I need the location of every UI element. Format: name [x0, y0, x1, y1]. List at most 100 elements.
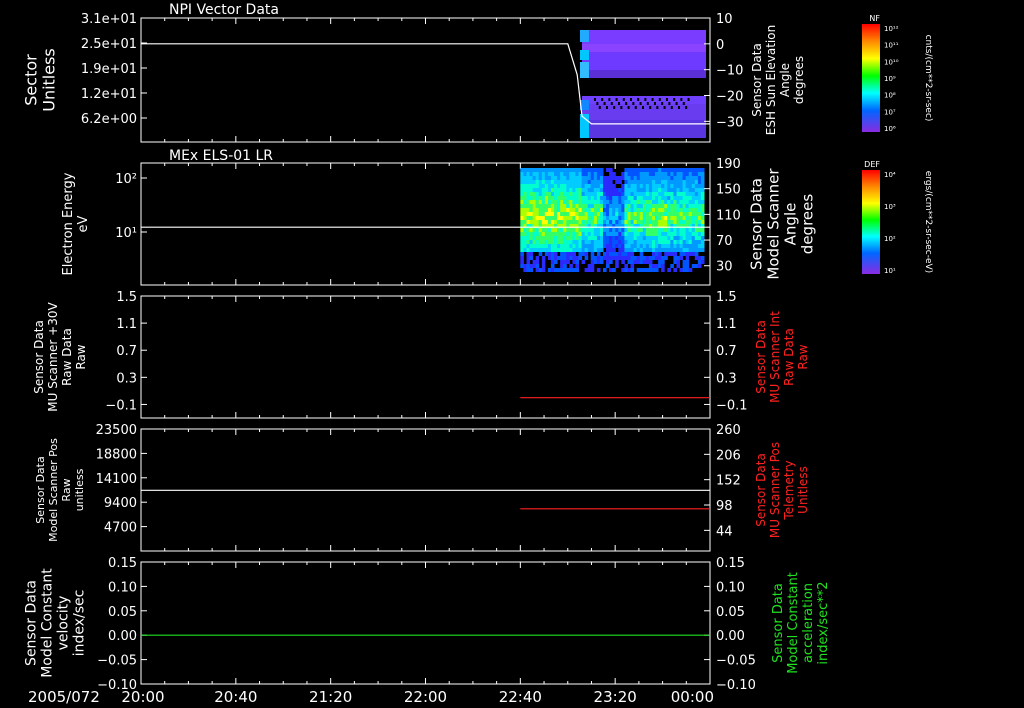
- panel-2-spectrogram-cell: [661, 212, 665, 216]
- panel-2-spectrogram-cell: [538, 228, 543, 232]
- panel-2-spectrogram-cell: [645, 192, 650, 196]
- panel-2-spectrogram-cell: [560, 244, 564, 248]
- panel-2-spectrogram-cell: [679, 184, 684, 188]
- panel-2-axis-label-line: Angle: [782, 203, 800, 246]
- panel-2-spectrogram-cell: [685, 228, 690, 232]
- panel-2-spectrogram-cell: [590, 204, 595, 208]
- panel-2-spectrogram-cell: [673, 188, 677, 192]
- panel-2-spectrogram-cell: [639, 248, 644, 252]
- panel-2-spectrogram-cell: [606, 220, 610, 224]
- panel-2-spectrogram-cell: [624, 252, 628, 256]
- panel-2-spectrogram-cell: [575, 168, 579, 172]
- panel-2-spectrogram-cell: [645, 260, 650, 264]
- panel-1-axis-label-line: ESH Sun Elevation: [764, 25, 778, 135]
- panel-2-spectrogram-cell: [599, 208, 604, 212]
- panel-2-spectrogram-cell: [544, 208, 549, 212]
- panel-2-spectrogram-cell: [679, 176, 684, 180]
- panel-2-spectrogram-cell: [655, 264, 659, 268]
- panel-2-spectrogram-cell: [590, 228, 595, 232]
- panel-2-spectrogram-cell: [554, 196, 558, 200]
- panel-2-spectrogram-cell: [679, 248, 684, 252]
- panel-2-spectrogram-cell: [606, 192, 610, 196]
- panel-2-spectrogram-cell: [609, 188, 613, 192]
- panel-2-spectrogram-cell: [679, 256, 684, 260]
- panel-2-spectrogram-cell: [694, 252, 699, 256]
- panel-2-ytick-label-left: 10¹: [115, 226, 137, 241]
- panel-1-ytick-label-right: 0: [716, 38, 724, 53]
- panel-2-spectrogram-cell: [563, 212, 567, 216]
- panel-2-spectrogram-cell: [648, 248, 653, 252]
- panel-2-spectrogram-cell: [630, 236, 635, 240]
- panel-2-spectrogram-cell: [664, 196, 668, 200]
- panel-2-spectrogram-cell: [673, 252, 677, 256]
- panel-2-spectrogram-cell: [639, 196, 644, 200]
- panel-4-axis-label-line: unitless: [73, 468, 86, 511]
- panel-2-spectrogram-cell: [529, 244, 534, 248]
- panel-2-spectrogram-cell: [655, 220, 659, 224]
- panel-2-spectrogram-cell: [685, 256, 690, 260]
- panel-2-spectrogram-cell: [599, 240, 604, 244]
- panel-2-spectrogram-cell: [655, 236, 659, 240]
- panel-2-spectrogram-cell: [538, 172, 543, 176]
- panel-2-spectrogram-cell: [633, 176, 638, 180]
- panel-2-spectrogram-cell: [569, 264, 573, 268]
- panel-2-spectrogram-cell: [670, 184, 674, 188]
- panel-2-spectrogram-cell: [550, 240, 555, 244]
- panel-5-ytick-label-left: 0.00: [108, 629, 137, 644]
- panel-2-spectrogram-cell: [664, 192, 668, 196]
- panel-2-spectrogram-cell: [688, 168, 693, 172]
- panel-2-spectrogram-cell: [584, 252, 589, 256]
- panel-2-spectrogram-cell: [593, 192, 598, 196]
- panel-2-spectrogram-cell: [694, 236, 699, 240]
- panel-2-spectrogram-cell: [621, 244, 625, 248]
- panel-2-spectrogram-cell: [670, 244, 674, 248]
- panel-2-spectrogram-cell: [563, 196, 567, 200]
- panel-2-spectrogram-cell: [550, 260, 555, 264]
- panel-1-spectrogram-cell: [639, 102, 642, 105]
- panel-2-spectrogram-cell: [609, 228, 613, 232]
- panel-2-spectrogram-cell: [661, 176, 665, 180]
- panel-2-spectrogram-cell: [615, 180, 619, 184]
- panel-2-spectrogram-cell: [615, 200, 619, 204]
- panel-2-spectrogram-cell: [575, 212, 579, 216]
- panel-2-spectrogram-cell: [550, 208, 555, 212]
- panel-2-spectrogram-cell: [538, 244, 543, 248]
- panel-2-spectrogram-cell: [609, 216, 613, 220]
- panel-2-spectrogram-cell: [694, 232, 699, 236]
- panel-2-spectrogram-cell: [670, 220, 674, 224]
- panel-4-axis-label-line: Model Scanner Pos: [47, 438, 60, 542]
- panel-2-spectrogram-cell: [554, 208, 558, 212]
- panel-2-spectrogram-cell: [639, 184, 644, 188]
- panel-2-spectrogram-cell: [569, 248, 573, 252]
- panel-1-spectrogram-cell: [613, 106, 616, 109]
- panel-2-spectrogram-cell: [639, 236, 644, 240]
- panel-1-spectrogram-cell: [625, 102, 628, 105]
- panel-2-spectrogram-cell: [648, 268, 653, 272]
- panel-2-spectrogram-cell: [661, 228, 665, 232]
- panel-2-spectrogram-cell: [661, 168, 665, 172]
- panel-2-spectrogram-cell: [615, 252, 619, 256]
- panel-1-spectrogram-cell: [661, 102, 664, 105]
- panel-2-spectrogram-cell: [599, 244, 604, 248]
- panel-2-spectrogram-cell: [670, 248, 674, 252]
- panel-2-spectrogram-cell: [630, 264, 635, 268]
- panel-2-spectrogram-cell: [599, 216, 604, 220]
- panel-2-spectrogram-cell: [569, 228, 573, 232]
- x-tick-label: 21:20: [309, 688, 352, 706]
- panel-2-spectrogram-cell: [639, 244, 644, 248]
- panel-2-spectrogram-cell: [520, 192, 524, 196]
- panel-2-spectrogram-cell: [621, 248, 625, 252]
- panel-2-spectrogram-cell: [694, 188, 699, 192]
- panel-2-spectrogram-cell: [560, 212, 564, 216]
- panel-2-spectrogram-cell: [609, 256, 613, 260]
- panel-2-spectrogram-cell: [538, 268, 543, 272]
- colorbar-1-title: NF: [869, 14, 880, 23]
- panel-2-spectrogram-cell: [538, 168, 543, 172]
- panel-2-spectrogram-cell: [661, 180, 665, 184]
- panel-2-spectrogram-cell: [578, 240, 583, 244]
- panel-2-spectrogram-cell: [688, 212, 693, 216]
- panel-2-spectrogram-cell: [624, 244, 628, 248]
- panel-2-spectrogram-cell: [655, 200, 659, 204]
- panel-1-spectrogram-cell: [646, 102, 649, 105]
- panel-2-spectrogram-cell: [664, 248, 668, 252]
